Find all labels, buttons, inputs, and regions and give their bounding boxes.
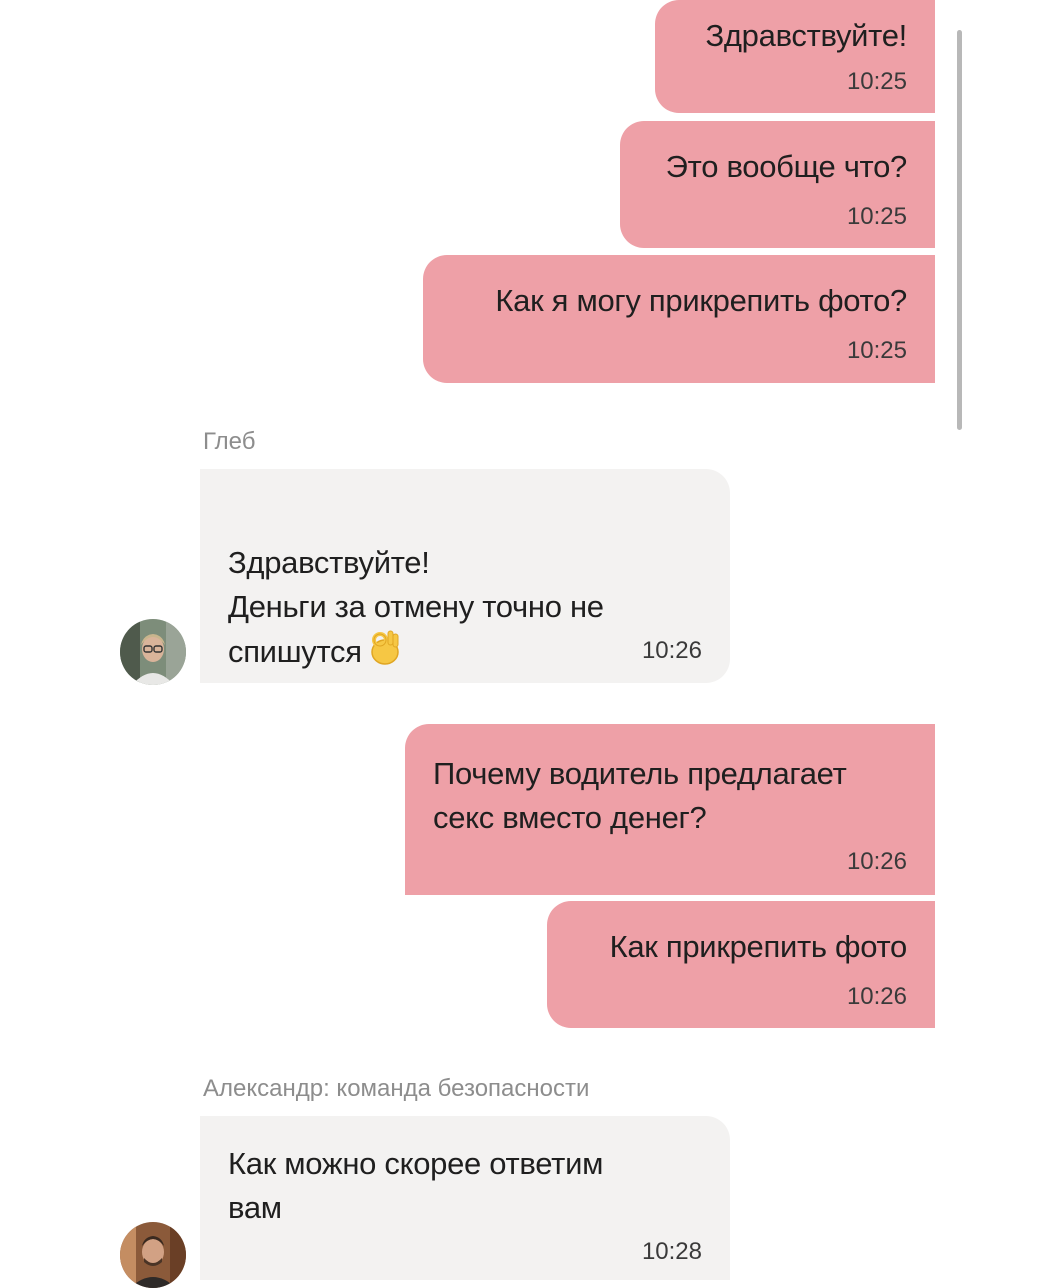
message-time: 10:26 <box>846 848 907 875</box>
message-bubble-incoming[interactable]: Как можно скорее ответим вам 10:28 <box>200 1116 730 1280</box>
message-time: 10:25 <box>846 68 907 95</box>
message-bubble-incoming[interactable]: Здравствуйте! Деньги за отмену точно не … <box>200 469 730 683</box>
ok-hand-icon <box>368 629 402 679</box>
message-time: 10:26 <box>641 637 702 664</box>
message-text: Почему водитель предлагает секс вместо д… <box>433 756 847 835</box>
message-time: 10:25 <box>846 337 907 364</box>
message-text: Как прикрепить фото <box>609 929 908 964</box>
message-bubble-outgoing[interactable]: Как я могу прикрепить фото? 10:25 <box>423 255 935 383</box>
message-text: Здравствуйте! <box>705 18 907 53</box>
message-bubble-outgoing[interactable]: Это вообще что? 10:25 <box>620 121 935 248</box>
message-bubble-outgoing[interactable]: Как прикрепить фото 10:26 <box>547 901 935 1028</box>
message-time: 10:28 <box>641 1238 702 1265</box>
message-time: 10:25 <box>846 203 907 230</box>
message-text: Как я могу прикрепить фото? <box>495 283 907 318</box>
message-text: Как можно скорее ответим вам <box>228 1146 604 1225</box>
sender-name: Александр: команда безопасности <box>203 1075 590 1102</box>
scrollbar-thumb[interactable] <box>957 30 962 430</box>
message-time: 10:26 <box>846 983 907 1010</box>
avatar-aleksandr[interactable] <box>120 1222 186 1288</box>
message-text: Здравствуйте! Деньги за отмену точно не … <box>228 497 604 679</box>
chat-thread: Здравствуйте! 10:25 Это вообще что? 10:2… <box>0 0 1062 1288</box>
message-text: Это вообще что? <box>665 149 908 184</box>
message-text-content: Здравствуйте! Деньги за отмену точно не … <box>228 545 604 670</box>
sender-name: Глеб <box>203 428 256 455</box>
message-bubble-outgoing[interactable]: Здравствуйте! 10:25 <box>655 0 935 113</box>
avatar-gleb[interactable] <box>120 619 186 685</box>
message-bubble-outgoing[interactable]: Почему водитель предлагает секс вместо д… <box>405 724 935 895</box>
